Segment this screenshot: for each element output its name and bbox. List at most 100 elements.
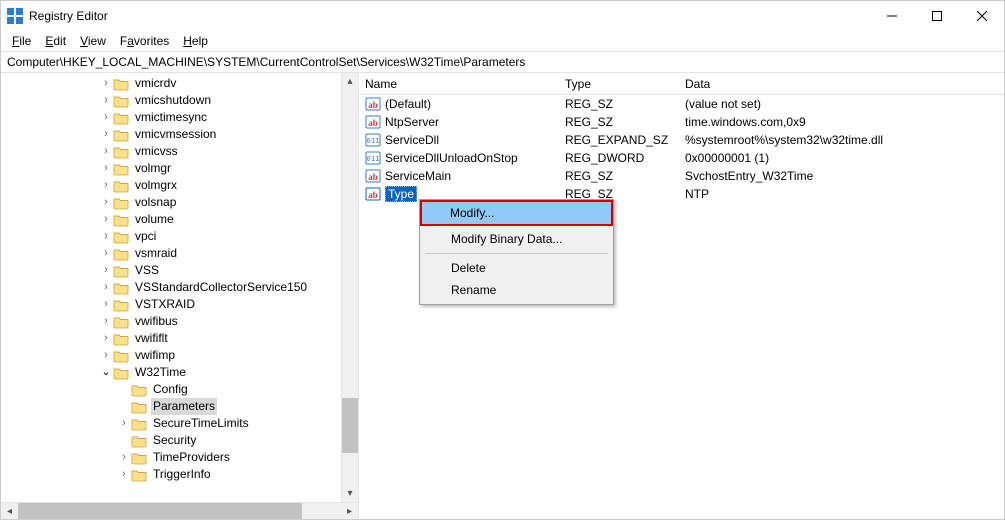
value-name: ServiceDllUnloadOnStop <box>385 151 518 165</box>
chevron-right-icon[interactable]: › <box>117 466 131 483</box>
tree-item[interactable]: ›vwififlt <box>1 330 341 347</box>
chevron-right-icon[interactable]: › <box>99 160 113 177</box>
chevron-right-icon[interactable]: › <box>99 211 113 228</box>
chevron-right-icon[interactable]: › <box>99 143 113 160</box>
tree-item[interactable]: Security <box>1 432 341 449</box>
binary-value-icon: 011 <box>365 132 381 148</box>
chevron-right-icon[interactable]: › <box>99 330 113 347</box>
tree-item[interactable]: › vmicvss <box>1 143 341 160</box>
tree-item[interactable]: › VSS <box>1 262 341 279</box>
tree-item[interactable]: Parameters <box>1 398 341 415</box>
values-list[interactable]: ab(Default)REG_SZ(value not set)abNtpSer… <box>359 95 1004 519</box>
title-bar: Registry Editor <box>1 1 1004 31</box>
value-row[interactable]: 011ServiceDllUnloadOnStopREG_DWORD0x0000… <box>359 149 1004 167</box>
tree-item[interactable]: ›VSStandardCollectorService150 <box>1 279 341 296</box>
menu-file[interactable]: File <box>5 32 38 50</box>
scroll-thumb[interactable] <box>18 503 302 519</box>
tree-item-label: volume <box>133 211 176 228</box>
column-type[interactable]: Type <box>559 77 679 91</box>
column-data[interactable]: Data <box>679 77 1004 91</box>
tree-item[interactable]: › volume <box>1 211 341 228</box>
scroll-down-button[interactable]: ▾ <box>342 485 358 502</box>
folder-icon <box>113 366 129 380</box>
value-row[interactable]: abServiceMainREG_SZSvchostEntry_W32Time <box>359 167 1004 185</box>
tree-item[interactable]: ›volmgrx <box>1 177 341 194</box>
string-value-icon: ab <box>365 168 381 184</box>
chevron-right-icon[interactable]: › <box>99 75 113 92</box>
chevron-right-icon[interactable]: › <box>99 279 113 296</box>
context-menu-modify[interactable]: Modify... <box>422 202 611 224</box>
svg-text:011: 011 <box>367 137 380 145</box>
tree-item-label: Security <box>151 432 198 449</box>
chevron-right-icon[interactable]: › <box>99 109 113 126</box>
tree-horizontal-scrollbar[interactable]: ◂ ▸ <box>1 502 358 519</box>
tree-vertical-scrollbar[interactable]: ▴ ▾ <box>341 73 358 502</box>
chevron-down-icon[interactable]: ⌄ <box>99 364 113 381</box>
address-bar[interactable]: Computer\HKEY_LOCAL_MACHINE\SYSTEM\Curre… <box>1 51 1004 73</box>
chevron-right-icon[interactable]: › <box>99 177 113 194</box>
registry-tree[interactable]: ›vmicrdv›vmicshutdown›vmictimesync›vmicv… <box>1 73 341 485</box>
chevron-right-icon[interactable]: › <box>99 262 113 279</box>
tree-item[interactable]: ›vmicshutdown <box>1 92 341 109</box>
scroll-right-button[interactable]: ▸ <box>341 503 358 519</box>
value-type: REG_SZ <box>559 169 679 183</box>
menu-help[interactable]: Help <box>176 32 215 50</box>
tree-item-label: vmicvmsession <box>133 126 218 143</box>
tree-item[interactable]: ›vmictimesync <box>1 109 341 126</box>
value-row[interactable]: ab(Default)REG_SZ(value not set) <box>359 95 1004 113</box>
chevron-right-icon[interactable]: › <box>99 347 113 364</box>
value-row[interactable]: 011ServiceDllREG_EXPAND_SZ%systemroot%\s… <box>359 131 1004 149</box>
chevron-right-icon[interactable]: › <box>99 245 113 262</box>
folder-icon <box>113 145 129 159</box>
value-row[interactable]: abNtpServerREG_SZtime.windows.com,0x9 <box>359 113 1004 131</box>
tree-item[interactable]: › volsnap <box>1 194 341 211</box>
menu-edit[interactable]: Edit <box>38 32 73 50</box>
tree-pane: ›vmicrdv›vmicshutdown›vmictimesync›vmicv… <box>1 73 359 519</box>
folder-icon <box>113 213 129 227</box>
tree-item[interactable]: › vwifimp <box>1 347 341 364</box>
chevron-right-icon[interactable]: › <box>117 415 131 432</box>
tree-item[interactable]: ›TimeProviders <box>1 449 341 466</box>
chevron-right-icon[interactable]: › <box>99 313 113 330</box>
values-column-header[interactable]: Name Type Data <box>359 73 1004 95</box>
value-name: ServiceMain <box>385 169 451 183</box>
context-menu-delete[interactable]: Delete <box>423 257 610 279</box>
tree-item[interactable]: Config <box>1 381 341 398</box>
tree-item-label: volsnap <box>133 194 178 211</box>
string-value-icon: ab <box>365 114 381 130</box>
menu-favorites[interactable]: Favorites <box>113 32 176 50</box>
menu-view[interactable]: View <box>73 32 113 50</box>
chevron-right-icon[interactable]: › <box>99 194 113 211</box>
tree-item-label: VSS <box>133 262 161 279</box>
chevron-right-icon[interactable]: › <box>117 449 131 466</box>
chevron-right-icon[interactable]: › <box>99 296 113 313</box>
tree-item[interactable]: ⌄W32Time <box>1 364 341 381</box>
scroll-left-button[interactable]: ◂ <box>1 503 18 519</box>
chevron-right-icon[interactable]: › <box>99 126 113 143</box>
folder-icon <box>131 434 147 448</box>
chevron-right-icon[interactable]: › <box>99 92 113 109</box>
tree-item[interactable]: ›vmicrdv <box>1 75 341 92</box>
tree-item[interactable]: ›SecureTimeLimits <box>1 415 341 432</box>
scroll-up-button[interactable]: ▴ <box>342 73 358 90</box>
tree-item[interactable]: ›vsmraid <box>1 245 341 262</box>
folder-icon <box>131 468 147 482</box>
tree-item-label: vmicvss <box>133 143 180 160</box>
tree-item-label: vwifimp <box>133 347 177 364</box>
close-button[interactable] <box>959 1 1004 31</box>
tree-item[interactable]: ›vwifibus <box>1 313 341 330</box>
scroll-thumb[interactable] <box>342 398 358 453</box>
tree-item[interactable]: ›volmgr <box>1 160 341 177</box>
context-menu-rename[interactable]: Rename <box>423 279 610 301</box>
tree-item[interactable]: ›VSTXRAID <box>1 296 341 313</box>
maximize-button[interactable] <box>914 1 959 31</box>
column-name[interactable]: Name <box>359 77 559 91</box>
chevron-right-icon[interactable]: › <box>99 228 113 245</box>
tree-item[interactable]: ›vpci <box>1 228 341 245</box>
context-menu-modify-binary[interactable]: Modify Binary Data... <box>423 228 610 250</box>
folder-icon <box>131 383 147 397</box>
tree-item[interactable]: ›TriggerInfo <box>1 466 341 483</box>
folder-icon <box>131 451 147 465</box>
tree-item[interactable]: › vmicvmsession <box>1 126 341 143</box>
minimize-button[interactable] <box>869 1 914 31</box>
